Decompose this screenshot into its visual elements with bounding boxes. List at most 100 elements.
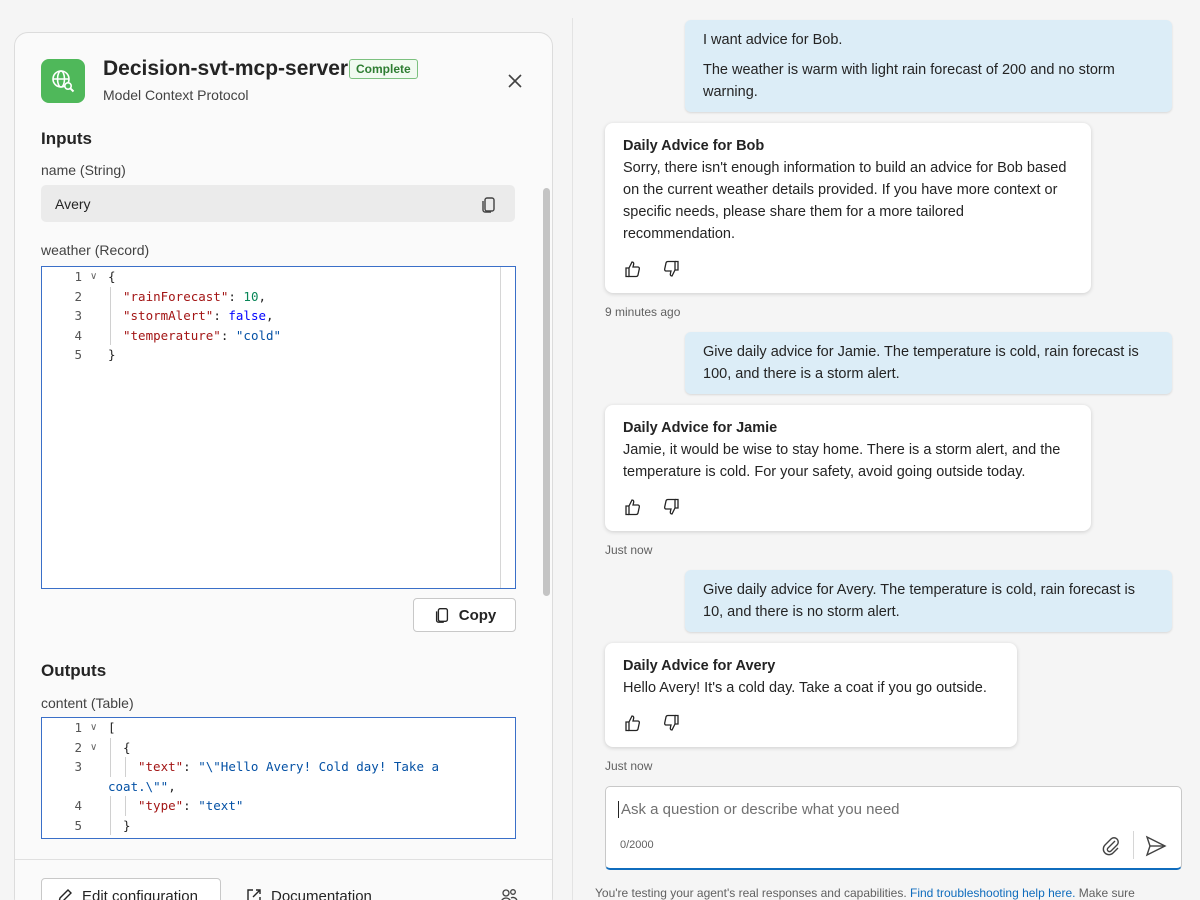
code-line: 1 ∨ [: [42, 718, 515, 738]
user-message: Give daily advice for Avery. The tempera…: [685, 570, 1172, 632]
bot-message-card: Daily Advice for Jamie Jamie, it would b…: [605, 405, 1091, 531]
documentation-link[interactable]: Documentation: [245, 878, 372, 900]
bot-message-title: Daily Advice for Jamie: [623, 420, 778, 436]
panel-subtitle: Model Context Protocol: [103, 87, 249, 103]
content-field-label: content (Table): [41, 695, 134, 711]
code-token: "temperature": [123, 327, 221, 343]
code-text: "temperature": "cold": [123, 326, 281, 346]
bot-message-body: Hello Avery! It's a cold day. Take a coa…: [623, 680, 987, 696]
external-link-icon: [247, 889, 261, 900]
code-line: 2 ∨ {: [42, 737, 515, 758]
user-message: Give daily advice for Jamie. The tempera…: [685, 332, 1172, 394]
disclaimer-text-suffix: Make sure: [1075, 886, 1135, 900]
line-number: 2: [74, 739, 82, 755]
bot-message-card: Daily Advice for Bob Sorry, there isn't …: [605, 123, 1091, 293]
code-line: 4 "type": "text": [42, 796, 515, 816]
people-button[interactable]: [499, 878, 519, 900]
code-token: }: [123, 817, 131, 833]
code-token: :: [213, 308, 229, 323]
code-text: coat.\"",: [108, 777, 176, 797]
troubleshooting-link[interactable]: Find troubleshooting help here.: [910, 886, 1075, 900]
fold-chevron-icon[interactable]: ∨: [90, 738, 97, 758]
panel-scrollbar[interactable]: [543, 188, 550, 596]
code-token: }: [108, 347, 116, 362]
indent-guide: [125, 757, 126, 777]
code-line: coat.\"",: [42, 777, 515, 797]
indent-guide: [110, 737, 111, 757]
globe-search-icon: [41, 59, 85, 103]
code-text: }: [123, 816, 131, 836]
code-token: :: [183, 798, 199, 813]
indent-guide: [110, 815, 111, 835]
close-button[interactable]: [501, 67, 529, 95]
code-line: 5}: [42, 815, 515, 836]
code-token: {: [123, 739, 131, 755]
code-text: "type": "text": [138, 796, 243, 816]
code-token: false: [228, 308, 267, 323]
bot-message-body: Sorry, there isn't enough information to…: [623, 160, 1067, 242]
edit-configuration-button[interactable]: Edit configuration: [41, 878, 221, 900]
code-text: [: [108, 718, 116, 738]
code-token: "text": [138, 759, 184, 774]
code-text: "rainForecast": 10,: [123, 287, 266, 307]
indent-guide: [125, 796, 126, 816]
code-line: 3 "text": "\"Hello Avery! Cold day! Take …: [42, 757, 515, 777]
bot-message-title: Daily Advice for Avery: [623, 658, 776, 674]
paperclip-icon[interactable]: [1100, 835, 1122, 857]
user-message-line: The weather is warm with light rain fore…: [703, 62, 1115, 100]
code-token: "type": [138, 798, 184, 813]
code-line: 1 ∨ {: [42, 267, 515, 287]
code-text: {: [108, 267, 116, 287]
bot-message-card: Daily Advice for Avery Hello Avery! It's…: [605, 643, 1017, 747]
chat-input[interactable]: [618, 801, 1158, 818]
code-line: 4 "temperature": "cold": [42, 325, 515, 346]
message-timestamp: Just now: [605, 543, 653, 557]
code-token: "stormAlert": [123, 308, 214, 323]
fold-chevron-icon[interactable]: ∨: [90, 267, 97, 287]
message-timestamp: 9 minutes ago: [605, 305, 681, 319]
name-value: Avery: [55, 196, 91, 212]
code-text: {: [123, 738, 131, 758]
code-token: 10: [243, 288, 259, 304]
code-token: ,: [168, 778, 176, 794]
panel-footer: Edit configuration Documentation: [15, 859, 552, 900]
line-number: 5: [74, 347, 82, 362]
message-timestamp: Just now: [605, 759, 653, 773]
thumbs-down-icon[interactable]: [661, 497, 681, 517]
weather-code-editor[interactable]: 1 ∨ {2 "rainForecast": 10, 3 "stormAlert": fa…: [41, 266, 516, 589]
thumbs-down-icon[interactable]: [661, 713, 681, 733]
line-number: 1: [74, 269, 82, 284]
code-line: 2 "rainForecast": 10,: [42, 286, 515, 307]
bot-message-title: Daily Advice for Bob: [623, 138, 765, 154]
outputs-heading: Outputs: [41, 661, 107, 680]
code-token: "cold": [235, 327, 282, 343]
thumbs-up-icon[interactable]: [623, 259, 643, 279]
content-code-editor[interactable]: 1 ∨ [2 ∨ {3 "text": "\"Hello Avery! Cold day!…: [41, 717, 516, 839]
panel-title: Decision-svt-mcp-server: [103, 57, 349, 80]
copy-button[interactable]: Copy: [413, 598, 516, 632]
fold-chevron-icon[interactable]: ∨: [90, 718, 97, 738]
close-icon: [508, 74, 522, 88]
tool-details-panel: Decision-svt-mcp-server Complete Model C…: [14, 32, 553, 900]
indent-guide: [110, 757, 111, 777]
edit-icon: [58, 889, 72, 900]
copy-icon[interactable]: [479, 194, 499, 214]
line-number: 3: [74, 759, 82, 774]
code-text: }: [108, 345, 116, 365]
name-value-field[interactable]: Avery: [41, 185, 515, 222]
code-line: 5}: [42, 345, 515, 365]
indent-guide: [110, 306, 111, 326]
thumbs-down-icon[interactable]: [661, 259, 681, 279]
indent-guide: [110, 796, 111, 816]
code-token: "text": [198, 798, 244, 813]
code-token: "rainForecast": [123, 288, 229, 304]
thumbs-up-icon[interactable]: [623, 497, 643, 517]
user-message-line: I want advice for Bob.: [703, 32, 843, 48]
send-icon[interactable]: [1144, 834, 1168, 858]
code-line: 3 "stormAlert": false,: [42, 306, 515, 326]
status-badge: Complete: [349, 59, 418, 79]
line-number: 5: [74, 817, 82, 833]
people-icon: [501, 889, 518, 900]
edit-configuration-label: Edit configuration: [82, 887, 198, 900]
thumbs-up-icon[interactable]: [623, 713, 643, 733]
